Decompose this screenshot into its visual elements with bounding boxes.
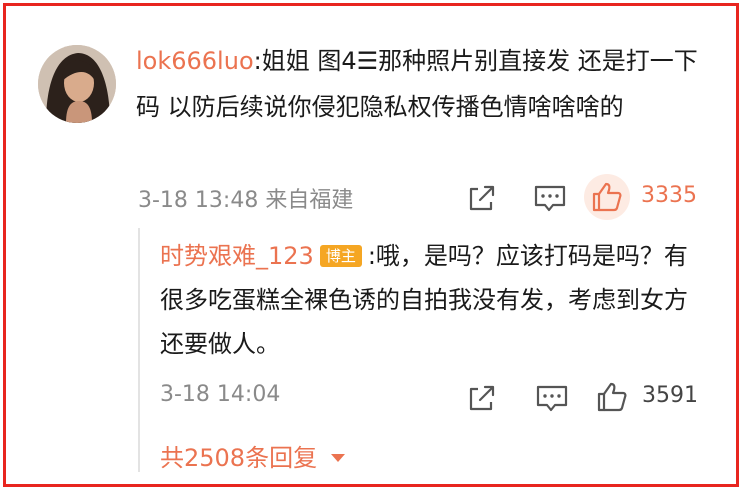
like-icon[interactable] xyxy=(589,179,625,215)
comment-separator: : xyxy=(253,47,262,75)
more-replies-label: 共2508条回复 xyxy=(160,444,318,472)
author-badge: 博主 xyxy=(319,245,362,267)
reply-body: 时势艰难_123 博主:哦，是吗？应该打码是吗？有很多吃蛋糕全裸色诱的自拍我没有发… xyxy=(160,234,700,366)
comment-like-count: 3335 xyxy=(641,183,697,208)
comment-body: lok666luo:姐姐 图4☰那种照片别直接发 还是打一下码 以防后续说你侵犯… xyxy=(136,38,716,130)
comment-meta-row: 3-18 13:48 来自福建 3335 xyxy=(136,174,716,220)
chevron-down-icon xyxy=(330,454,345,462)
reply-username[interactable]: 时势艰难_123 xyxy=(160,242,314,270)
comment-timestamp: 3-18 13:48 来自福建 xyxy=(138,188,354,213)
avatar-photo xyxy=(38,45,116,123)
avatar[interactable] xyxy=(38,45,116,123)
comment-icon[interactable] xyxy=(532,180,568,216)
comment-username[interactable]: lok666luo xyxy=(136,47,254,75)
view-more-replies-link[interactable]: 共2508条回复 xyxy=(160,438,347,473)
reply-like-count: 3591 xyxy=(642,383,698,408)
comment-icon[interactable] xyxy=(534,380,570,416)
reply-timestamp: 3-18 14:04 xyxy=(160,382,281,407)
like-icon[interactable] xyxy=(594,379,630,415)
reply-meta-row: 3-18 14:04 3591 xyxy=(160,376,720,420)
share-icon[interactable] xyxy=(464,180,500,216)
reply-thread: 时势艰难_123 博主:哦，是吗？应该打码是吗？有很多吃蛋糕全裸色诱的自拍我没有发… xyxy=(138,228,720,472)
share-icon[interactable] xyxy=(464,380,500,416)
